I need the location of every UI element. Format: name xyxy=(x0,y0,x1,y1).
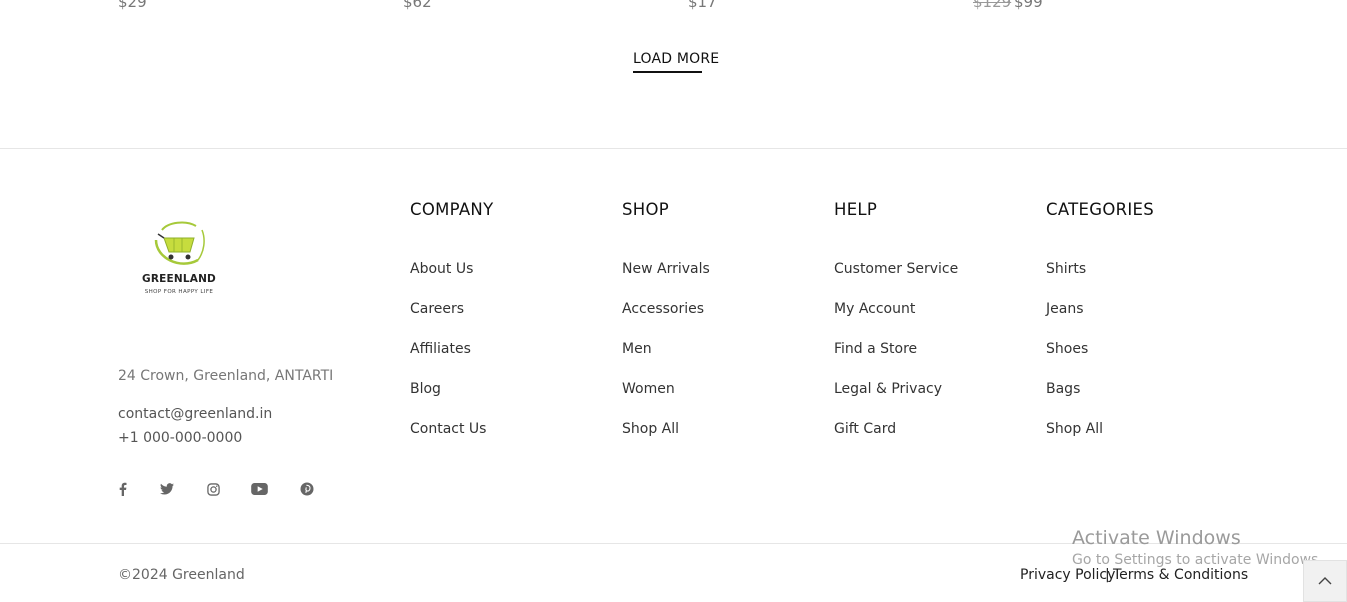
footer-link-my-account[interactable]: My Account xyxy=(834,301,915,317)
twitter-icon[interactable] xyxy=(158,480,176,498)
footer-link-affiliates[interactable]: Affiliates xyxy=(410,341,471,357)
footer-link-careers[interactable]: Careers xyxy=(410,301,464,317)
pinterest-icon[interactable] xyxy=(298,480,316,498)
product-price: $17 xyxy=(688,0,717,11)
contact-email[interactable]: contact@greenland.in xyxy=(118,406,272,422)
footer-link-shirts[interactable]: Shirts xyxy=(1046,261,1086,277)
footer-link-customer-service[interactable]: Customer Service xyxy=(834,261,958,277)
footer-column-title-shop: SHOP xyxy=(622,200,670,219)
footer-column-title-help: HELP xyxy=(834,200,878,219)
footer-link-find-a-store[interactable]: Find a Store xyxy=(834,341,917,357)
terms-conditions-link[interactable]: Terms & Conditions xyxy=(1113,567,1248,583)
brand-tagline: SHOP FOR HAPPY LIFE xyxy=(144,289,214,295)
store-address: 24 Crown, Greenland, ANTARTI xyxy=(118,368,334,384)
footer-link-about-us[interactable]: About Us xyxy=(410,261,473,277)
copyright-text: ©2024 Greenland xyxy=(118,567,245,583)
footer-column-title-company: COMPANY xyxy=(410,200,494,219)
legal-separator: | xyxy=(1105,567,1110,583)
brand-name: GREENLAND xyxy=(142,273,216,285)
footer-column-title-categories: CATEGORIES xyxy=(1046,200,1155,219)
instagram-icon[interactable] xyxy=(204,480,222,498)
footer-link-blog[interactable]: Blog xyxy=(410,381,441,397)
chevron-up-icon xyxy=(1318,577,1332,585)
product-price: $99 xyxy=(1014,0,1043,11)
windows-activation-subtitle: Go to Settings to activate Windows. xyxy=(1072,552,1323,568)
scroll-to-top-button[interactable] xyxy=(1303,560,1347,602)
product-old-price: $129 xyxy=(973,0,1012,11)
facebook-icon[interactable] xyxy=(114,480,132,498)
footer-link-legal-privacy[interactable]: Legal & Privacy xyxy=(834,381,942,397)
footer-link-jeans[interactable]: Jeans xyxy=(1046,301,1084,317)
youtube-icon[interactable] xyxy=(250,480,268,498)
contact-phone[interactable]: +1 000-000-0000 xyxy=(118,430,242,446)
footer-link-gift-card[interactable]: Gift Card xyxy=(834,421,896,437)
footer-link-men[interactable]: Men xyxy=(622,341,652,357)
product-price: $29 xyxy=(118,0,147,11)
load-more-underline xyxy=(633,71,702,73)
footer-link-bags[interactable]: Bags xyxy=(1046,381,1080,397)
footer-link-new-arrivals[interactable]: New Arrivals xyxy=(622,261,710,277)
brand-logo[interactable] xyxy=(140,220,220,300)
footer-link-shop-all-categories[interactable]: Shop All xyxy=(1046,421,1103,437)
windows-activation-title: Activate Windows xyxy=(1072,527,1241,549)
shopping-cart-logo-icon xyxy=(154,221,205,265)
privacy-policy-link[interactable]: Privacy Policy xyxy=(1020,567,1115,583)
section-divider xyxy=(0,148,1347,149)
footer-link-shop-all[interactable]: Shop All xyxy=(622,421,679,437)
load-more-button[interactable]: LOAD MORE xyxy=(633,51,719,67)
footer-link-accessories[interactable]: Accessories xyxy=(622,301,704,317)
product-price: $62 xyxy=(403,0,432,11)
footer-link-shoes[interactable]: Shoes xyxy=(1046,341,1088,357)
footer-link-contact-us[interactable]: Contact Us xyxy=(410,421,486,437)
footer-link-women[interactable]: Women xyxy=(622,381,675,397)
